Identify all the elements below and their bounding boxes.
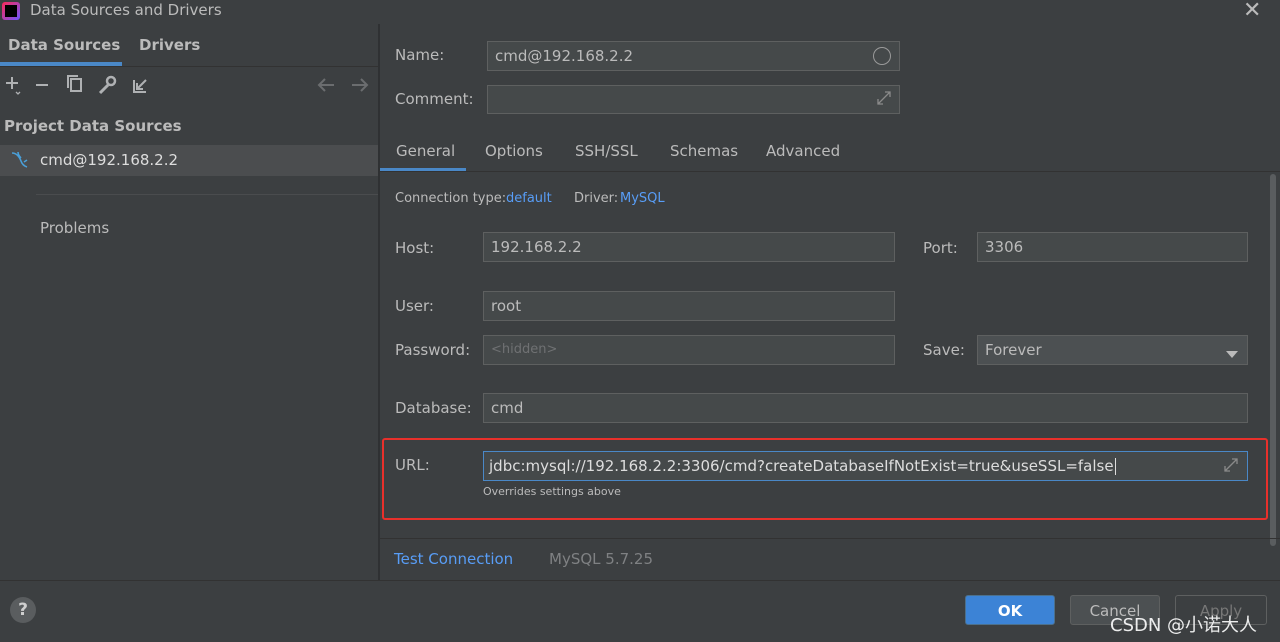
name-input[interactable]: cmd@192.168.2.2 [487, 41, 900, 71]
color-circle-icon[interactable] [873, 47, 891, 65]
data-source-label: cmd@192.168.2.2 [40, 151, 179, 169]
wrench-icon[interactable] [96, 74, 118, 96]
watermark: CSDN @小诺大人 [1110, 615, 1258, 636]
user-input[interactable]: root [483, 291, 895, 321]
driver-label: Driver: [574, 191, 619, 206]
url-value: jdbc:mysql://192.168.2.2:3306/cmd?create… [489, 457, 1114, 475]
user-label: User: [395, 297, 434, 315]
password-input[interactable]: <hidden> [483, 335, 895, 365]
save-dropdown[interactable]: Forever [977, 335, 1248, 365]
comment-label: Comment: [395, 90, 474, 108]
mysql-dolphin-icon [10, 150, 32, 174]
scrollbar[interactable] [1270, 174, 1276, 546]
remove-icon[interactable] [31, 74, 53, 96]
host-input[interactable]: 192.168.2.2 [483, 232, 895, 262]
url-hint: Overrides settings above [483, 485, 621, 498]
server-version: MySQL 5.7.25 [549, 550, 653, 568]
text-caret [1114, 458, 1116, 475]
panel-divider[interactable] [378, 24, 380, 580]
help-icon[interactable]: ? [10, 597, 36, 623]
connection-type-label: Connection type: [395, 191, 507, 206]
tab-schemas[interactable]: Schemas [670, 142, 738, 160]
ok-button[interactable]: OK [965, 595, 1055, 625]
name-label: Name: [395, 46, 445, 64]
divider [36, 194, 378, 195]
port-label: Port: [923, 239, 958, 257]
divider [380, 538, 1280, 539]
divider [0, 66, 378, 67]
tab-options[interactable]: Options [485, 142, 543, 160]
comment-input[interactable] [487, 85, 900, 114]
add-icon[interactable] [2, 74, 24, 96]
import-icon[interactable] [129, 74, 151, 96]
driver-link[interactable]: MySQL [620, 191, 665, 206]
section-title: Project Data Sources [4, 117, 182, 135]
tab-ssh-ssl[interactable]: SSH/SSL [575, 142, 638, 160]
back-arrow-icon[interactable] [315, 74, 337, 96]
window-title: Data Sources and Drivers [30, 1, 222, 19]
divider [380, 171, 1280, 172]
tab-general[interactable]: General [396, 142, 455, 160]
problems-item[interactable]: Problems [40, 219, 109, 237]
expand-icon[interactable] [876, 90, 892, 110]
expand-icon[interactable] [1223, 457, 1239, 477]
save-dropdown-value: Forever [985, 341, 1042, 359]
database-input[interactable]: cmd [483, 393, 1248, 423]
port-input[interactable]: 3306 [977, 232, 1248, 262]
close-icon[interactable]: ✕ [1243, 0, 1261, 23]
tab-advanced[interactable]: Advanced [766, 142, 840, 160]
connection-type-link[interactable]: default [506, 191, 552, 206]
dropdown-arrow-icon [1226, 345, 1238, 364]
password-label: Password: [395, 341, 471, 359]
save-label: Save: [923, 341, 965, 359]
tab-data-sources[interactable]: Data Sources [8, 36, 120, 54]
app-logo-icon [2, 2, 20, 20]
forward-arrow-icon[interactable] [349, 74, 371, 96]
test-connection-link[interactable]: Test Connection [394, 550, 513, 568]
left-panel [0, 24, 378, 580]
database-label: Database: [395, 399, 472, 417]
host-label: Host: [395, 239, 435, 257]
tab-drivers[interactable]: Drivers [139, 36, 200, 54]
url-label: URL: [395, 456, 430, 474]
url-input[interactable]: jdbc:mysql://192.168.2.2:3306/cmd?create… [483, 451, 1248, 481]
duplicate-icon[interactable] [64, 74, 86, 96]
